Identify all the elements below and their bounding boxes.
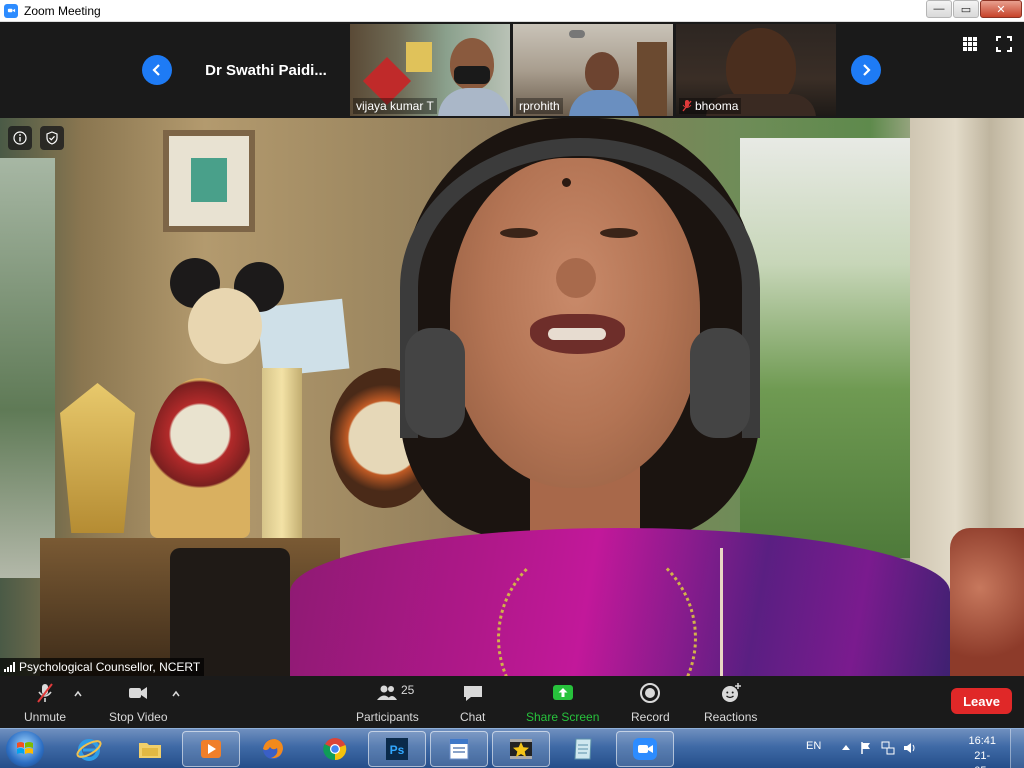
- internet-explorer-icon: [76, 739, 102, 761]
- participant-head: [585, 52, 619, 92]
- taskbar-zoom[interactable]: [616, 731, 674, 767]
- notepad-icon: [574, 738, 592, 760]
- info-icon: [13, 131, 27, 145]
- window-title: Zoom Meeting: [24, 3, 101, 18]
- participants-icon: [377, 685, 398, 700]
- previous-page-button[interactable]: [142, 55, 172, 85]
- chevron-up-icon: [74, 690, 82, 697]
- volume-icon[interactable]: [903, 741, 917, 755]
- fullscreen-icon[interactable]: [996, 36, 1012, 52]
- windows-taskbar: Ps EN 16:41 21-: [0, 728, 1024, 768]
- taskbar-media-player[interactable]: [182, 731, 240, 767]
- chevron-right-icon: [863, 64, 871, 76]
- active-speaker-video: Psychological Counsellor, NCERT: [0, 118, 1024, 676]
- chevron-left-icon: [152, 64, 160, 76]
- cabinet: [637, 42, 667, 116]
- unmute-button[interactable]: Unmute: [24, 682, 66, 724]
- wordpad-icon: [449, 738, 469, 760]
- record-button[interactable]: Record: [631, 682, 670, 724]
- firefox-icon: [263, 739, 283, 759]
- window-titlebar: Zoom Meeting — ▭ ✕: [0, 0, 1024, 22]
- zoom-app: Zoom Meeting — ▭ ✕ Dr Swathi Paidi... vi…: [0, 0, 1024, 768]
- svg-text:Ps: Ps: [390, 743, 405, 757]
- show-hidden-icons[interactable]: [839, 741, 853, 755]
- clock-date: 21-05-2020: [974, 750, 991, 768]
- taskbar-clock[interactable]: 16:41 21-05-2020: [968, 734, 996, 768]
- participant-tile[interactable]: rprohith: [513, 24, 673, 116]
- meeting-toolbar: Unmute Stop Video Participants 25 Chat S…: [0, 676, 1024, 728]
- participant-tile-active[interactable]: Dr Swathi Paidi...: [186, 24, 346, 116]
- share-screen-icon: [552, 685, 573, 700]
- window-controls: — ▭ ✕: [925, 0, 1022, 18]
- taskbar-movie-maker[interactable]: [492, 731, 550, 767]
- chevron-up-icon: [842, 745, 850, 750]
- language-indicator[interactable]: EN: [806, 740, 821, 752]
- reactions-button[interactable]: Reactions: [704, 682, 757, 724]
- zoom-app-icon: [4, 3, 18, 18]
- movie-star-icon: [510, 739, 532, 759]
- participant-tile[interactable]: vijaya kumar T: [350, 24, 510, 116]
- taskbar-chrome[interactable]: [306, 731, 364, 767]
- clock-time: 16:41: [968, 735, 996, 747]
- emoji-add-icon: [721, 683, 741, 702]
- gallery-view-icon[interactable]: [962, 36, 978, 52]
- participant-tile[interactable]: bhooma: [676, 24, 836, 116]
- stop-video-button[interactable]: Stop Video: [109, 682, 168, 724]
- folder-icon: [139, 743, 161, 758]
- taskbar-firefox[interactable]: [244, 731, 302, 767]
- participant-body: [569, 90, 639, 116]
- network-icon: [881, 741, 895, 755]
- shield-icon: [46, 131, 58, 145]
- ceiling-fan: [569, 30, 585, 38]
- network-icon[interactable]: [881, 741, 895, 755]
- zoom-icon: [633, 738, 657, 760]
- audio-options-caret[interactable]: [73, 686, 83, 697]
- participants-count: 25: [401, 683, 415, 697]
- participant-name-label: vijaya kumar T: [353, 98, 437, 114]
- encryption-button[interactable]: [40, 126, 64, 150]
- windows-logo-icon: [17, 742, 33, 754]
- close-button[interactable]: ✕: [980, 0, 1022, 18]
- video-options-caret[interactable]: [171, 686, 181, 697]
- leave-meeting-button[interactable]: Leave: [951, 688, 1012, 714]
- taskbar-notepad[interactable]: [554, 731, 612, 767]
- participant-name-label: bhooma: [679, 98, 742, 114]
- taskbar-wordpad[interactable]: [430, 731, 488, 767]
- chevron-up-icon: [172, 690, 180, 697]
- chrome-icon: [323, 738, 347, 761]
- taskbar-file-explorer[interactable]: [121, 731, 179, 767]
- mic-muted-icon: [682, 100, 692, 112]
- wall-frame: [406, 42, 432, 72]
- flag-icon: [861, 742, 870, 754]
- speaker-icon: [904, 743, 915, 753]
- media-player-icon: [201, 740, 221, 758]
- presenter: [0, 118, 1024, 676]
- video-camera-icon: [129, 687, 148, 699]
- action-center-icon[interactable]: [859, 741, 873, 755]
- mic-muted-icon: [37, 683, 53, 703]
- share-screen-button[interactable]: Share Screen: [526, 682, 599, 724]
- participant-body: [438, 88, 510, 116]
- chat-button[interactable]: Chat: [460, 682, 485, 724]
- audio-level-icon: [4, 662, 15, 672]
- face-mask: [454, 66, 490, 84]
- participant-name: Dr Swathi Paidi...: [205, 61, 327, 79]
- photoshop-icon: Ps: [386, 738, 408, 760]
- speaker-name-label: Psychological Counsellor, NCERT: [0, 658, 205, 676]
- next-page-button[interactable]: [851, 55, 881, 85]
- meeting-info-button[interactable]: [8, 126, 32, 150]
- participant-strip: Dr Swathi Paidi... vijaya kumar T rprohi…: [0, 22, 1024, 118]
- start-button[interactable]: [6, 731, 44, 767]
- participant-name-label: rprohith: [516, 98, 563, 114]
- taskbar-internet-explorer[interactable]: [60, 731, 118, 767]
- record-icon: [640, 683, 661, 703]
- maximize-button[interactable]: ▭: [953, 0, 979, 18]
- chat-icon: [463, 686, 482, 701]
- show-desktop-button[interactable]: [1010, 729, 1024, 768]
- minimize-button[interactable]: —: [926, 0, 952, 18]
- view-controls: [962, 36, 1012, 52]
- taskbar-photoshop[interactable]: Ps: [368, 731, 426, 767]
- meeting-info-icons: [8, 126, 64, 150]
